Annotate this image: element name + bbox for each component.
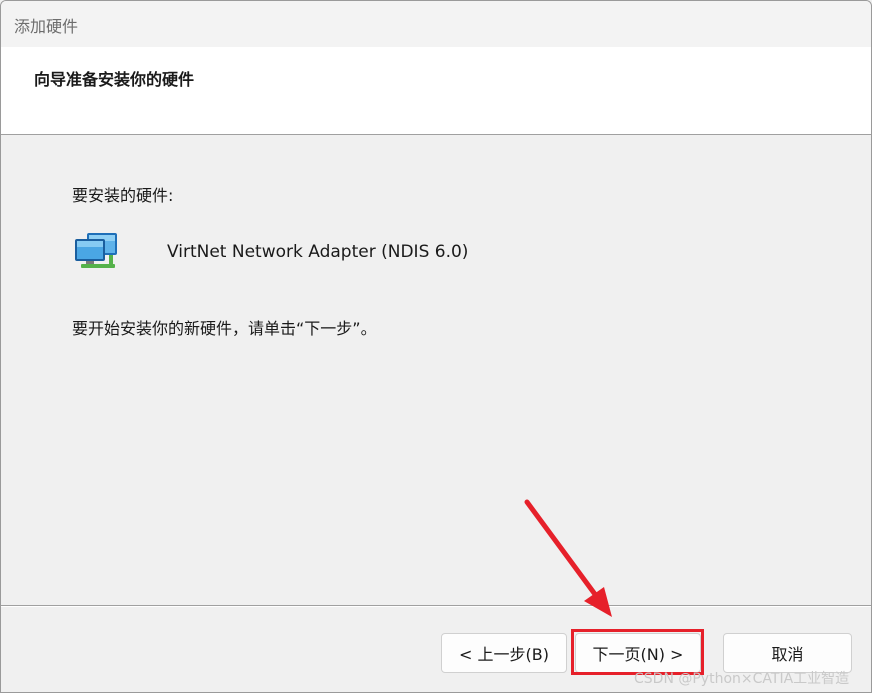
wizard-heading: 向导准备安装你的硬件 [34,70,195,89]
next-button[interactable]: 下一页(N) > [575,633,701,673]
device-name: VirtNet Network Adapter (NDIS 6.0) [167,242,469,262]
hardware-label: 要安装的硬件: [72,186,174,205]
window-title: 添加硬件 [14,17,79,36]
wizard-header: 向导准备安装你的硬件 [1,47,871,135]
back-button[interactable]: < 上一步(B) [441,633,567,673]
add-hardware-dialog: 添加硬件 向导准备安装你的硬件 要安装的硬件: VirtNet Network … [0,0,872,693]
cancel-button[interactable]: 取消 [723,633,852,673]
title-bar: 添加硬件 [1,1,871,47]
footer-divider [1,605,871,607]
network-adapter-icon [75,233,117,268]
watermark: CSDN @Python×CATIA工业智造 [634,671,850,687]
instruction-text: 要开始安装你的新硬件，请单击“下一步”。 [72,319,377,338]
